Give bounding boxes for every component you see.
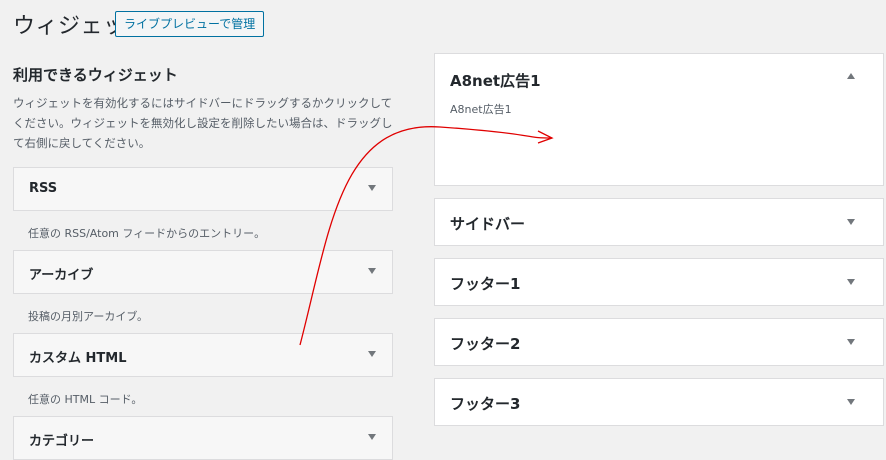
triangle-up-icon[interactable] bbox=[847, 73, 855, 79]
sidebar-description: A8net広告1 bbox=[450, 103, 512, 116]
widget-areas: A8net広告1 A8net広告1 サイドバー フッター1 フッター2 フッター… bbox=[434, 53, 884, 438]
triangle-down-icon[interactable] bbox=[847, 339, 855, 345]
triangle-down-icon[interactable] bbox=[368, 268, 376, 274]
sidebar-main[interactable]: サイドバー bbox=[434, 198, 884, 246]
triangle-down-icon[interactable] bbox=[847, 219, 855, 225]
sidebar-footer-3[interactable]: フッター3 bbox=[434, 378, 884, 426]
available-widgets-title: 利用できるウィジェット bbox=[13, 66, 178, 84]
description-deactivate: ウィジェットを無効化し設定を削除したい場合は、ドラッグして右側に戻してください。 bbox=[13, 116, 393, 150]
sidebar-title: サイドバー bbox=[450, 215, 526, 233]
widget-title: RSS bbox=[29, 181, 58, 196]
sidebar-title: フッター1 bbox=[450, 275, 521, 293]
sidebar-a8net-ad1[interactable]: A8net広告1 A8net広告1 bbox=[434, 53, 884, 186]
sidebar-title: フッター2 bbox=[450, 335, 521, 353]
triangle-down-icon[interactable] bbox=[368, 434, 376, 440]
sidebar-footer-2[interactable]: フッター2 bbox=[434, 318, 884, 366]
widget-description: 投稿の月別アーカイブ。 bbox=[28, 310, 149, 323]
live-preview-button[interactable]: ライブプレビューで管理 bbox=[115, 11, 265, 37]
available-widgets-description: ウィジェットを有効化するにはサイドバーにドラッグするかクリックしてください。ウィ… bbox=[13, 93, 398, 153]
widget-rss[interactable]: RSS bbox=[13, 167, 393, 211]
widget-description: 任意の HTML コード。 bbox=[28, 393, 143, 406]
widget-description: 任意の RSS/Atom フィードからのエントリー。 bbox=[28, 227, 266, 240]
widget-title: カスタム HTML bbox=[29, 351, 127, 366]
triangle-down-icon[interactable] bbox=[368, 351, 376, 357]
widget-title: アーカイブ bbox=[29, 268, 94, 283]
triangle-down-icon[interactable] bbox=[368, 185, 376, 191]
available-widget-list: RSS 任意の RSS/Atom フィードからのエントリー。 アーカイブ 投稿の… bbox=[13, 167, 393, 460]
widget-archives[interactable]: アーカイブ bbox=[13, 250, 393, 294]
widget-categories[interactable]: カテゴリー bbox=[13, 416, 393, 460]
sidebar-title: フッター3 bbox=[450, 395, 521, 413]
triangle-down-icon[interactable] bbox=[847, 279, 855, 285]
triangle-down-icon[interactable] bbox=[847, 399, 855, 405]
sidebar-title: A8net広告1 bbox=[450, 72, 541, 90]
sidebar-footer-1[interactable]: フッター1 bbox=[434, 258, 884, 306]
widget-custom-html[interactable]: カスタム HTML bbox=[13, 333, 393, 377]
